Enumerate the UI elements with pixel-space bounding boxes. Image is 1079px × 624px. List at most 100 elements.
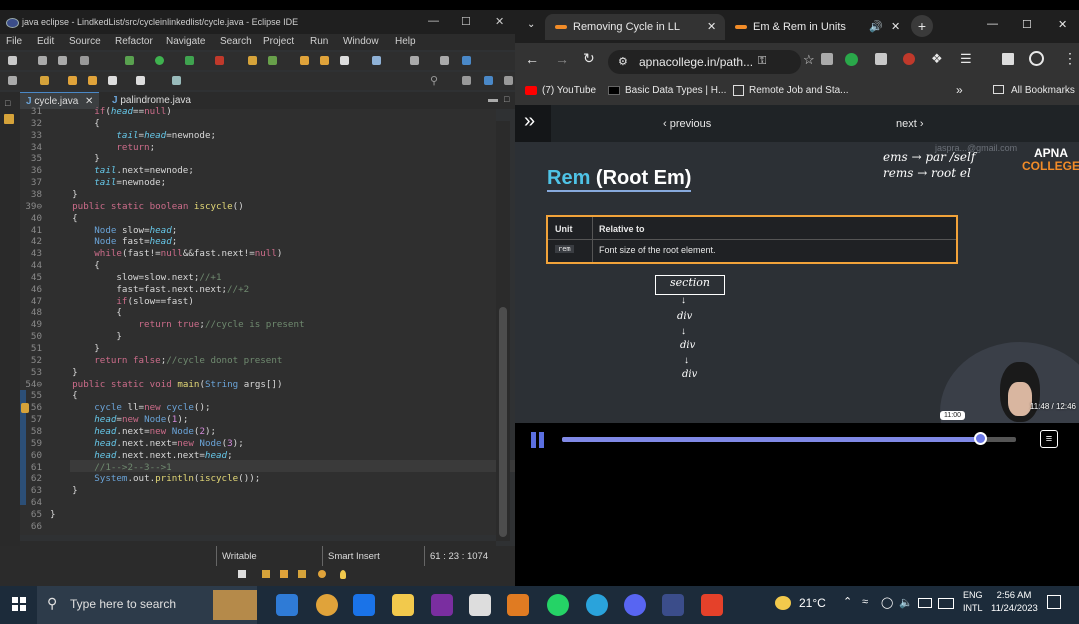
- language-indicator[interactable]: ENG INTL: [963, 589, 983, 615]
- tab-removing-cycle[interactable]: Removing Cycle in LL ✕: [545, 14, 725, 40]
- profile-avatar[interactable]: [1029, 51, 1044, 66]
- new-java-project-icon[interactable]: [248, 56, 257, 65]
- volume-icon[interactable]: 🔈: [899, 596, 913, 609]
- media-control-icon[interactable]: ☰: [960, 51, 972, 67]
- bookmark-remote-job[interactable]: Remote Job and Sta...: [749, 85, 849, 96]
- pilcrow-icon[interactable]: [462, 56, 471, 65]
- status-tool-icon[interactable]: [280, 570, 288, 578]
- status-tool-icon[interactable]: [318, 570, 326, 578]
- menu-source[interactable]: Source: [69, 36, 101, 47]
- status-tool-icon[interactable]: [238, 570, 246, 578]
- forward-arrow-icon[interactable]: [88, 76, 97, 85]
- next-link[interactable]: next ›: [896, 118, 924, 130]
- menu-project[interactable]: Project: [263, 36, 294, 47]
- perspective-open-icon[interactable]: [462, 76, 471, 85]
- vertical-scrollbar[interactable]: [496, 121, 510, 541]
- back-icon[interactable]: [108, 76, 117, 85]
- tray-chevron-icon[interactable]: ⌃: [843, 595, 852, 608]
- status-tool-icon[interactable]: [262, 570, 270, 578]
- password-key-icon[interactable]: ⚿: [758, 55, 766, 68]
- java-perspective-icon[interactable]: [484, 76, 493, 85]
- open-folder-icon[interactable]: [320, 56, 329, 65]
- external-tools-icon[interactable]: [215, 56, 224, 65]
- search-highlight-image[interactable]: [213, 590, 257, 620]
- extensions-puzzle-icon[interactable]: ❖: [931, 51, 943, 67]
- code-editor[interactable]: 31 if(head==null) 32 {33 tail=head=newnod…: [20, 106, 515, 535]
- weather-icon[interactable]: [775, 596, 791, 610]
- status-tool-icon[interactable]: [298, 570, 306, 578]
- forward-icon[interactable]: [136, 76, 145, 85]
- close-icon[interactable]: ✕: [495, 15, 504, 28]
- brush-icon[interactable]: [340, 56, 349, 65]
- bookmark-youtube[interactable]: (7) YouTube: [542, 85, 596, 96]
- keyboard-icon[interactable]: [938, 598, 954, 609]
- maximize-icon[interactable]: ☐: [461, 15, 471, 28]
- minimize-editor-icon[interactable]: ▬: [488, 94, 498, 105]
- seek-bar[interactable]: [562, 432, 1016, 445]
- maximize-icon[interactable]: ☐: [1022, 18, 1032, 31]
- seek-thumb[interactable]: [973, 432, 987, 445]
- menu-window[interactable]: Window: [343, 36, 379, 47]
- record-extension-icon[interactable]: [903, 53, 915, 65]
- search-tool-icon[interactable]: [372, 56, 381, 65]
- tab-close-icon[interactable]: ✕: [891, 14, 900, 40]
- menu-refactor[interactable]: Refactor: [115, 36, 153, 47]
- scroll-thumb[interactable]: [499, 307, 507, 537]
- next-annotation-icon[interactable]: [40, 76, 49, 85]
- minimize-icon[interactable]: —: [987, 18, 998, 30]
- grammarly-icon[interactable]: [845, 53, 858, 66]
- terminal-icon[interactable]: [172, 76, 181, 85]
- tab-close-icon[interactable]: ✕: [707, 14, 716, 40]
- whatsapp-icon[interactable]: [547, 594, 569, 616]
- forward-icon[interactable]: →: [555, 51, 569, 67]
- menu-search[interactable]: Search: [220, 36, 252, 47]
- eclipse-app-icon[interactable]: [662, 594, 684, 616]
- audio-playing-icon[interactable]: 🔊: [869, 14, 883, 40]
- extension-icon[interactable]: [875, 53, 887, 65]
- back-arrow-icon[interactable]: [68, 76, 77, 85]
- telegram-icon[interactable]: [586, 594, 608, 616]
- extension-icon[interactable]: [821, 53, 833, 65]
- new-tab-button[interactable]: +: [911, 15, 933, 37]
- bookmark-star-icon[interactable]: ☆: [803, 52, 815, 68]
- start-windows-icon[interactable]: [12, 597, 26, 611]
- close-icon[interactable]: ✕: [1058, 18, 1067, 31]
- menu-file[interactable]: File: [6, 36, 22, 47]
- site-info-icon[interactable]: ⚙: [618, 55, 628, 68]
- notion-icon[interactable]: [469, 594, 491, 616]
- coverage-icon[interactable]: [185, 56, 194, 65]
- discord-icon[interactable]: [624, 594, 646, 616]
- restore-icon[interactable]: □: [5, 98, 10, 108]
- debug-perspective-icon[interactable]: [504, 76, 513, 85]
- menu-edit[interactable]: Edit: [37, 36, 54, 47]
- sidebar-toggle[interactable]: »: [515, 105, 551, 142]
- new-file-icon[interactable]: [8, 56, 17, 65]
- maximize-editor-icon[interactable]: □: [504, 94, 509, 104]
- address-bar[interactable]: ⚙ apnacollege.in/path... ⚿: [608, 50, 801, 74]
- bookmark-all[interactable]: All Bookmarks: [1011, 85, 1075, 96]
- minimize-icon[interactable]: —: [428, 15, 439, 27]
- wifi-icon[interactable]: ≈: [862, 596, 868, 608]
- weather-temp[interactable]: 21°C: [799, 596, 826, 610]
- bookmark-basic-data-types[interactable]: Basic Data Types | H...: [625, 85, 726, 96]
- warning-lightbulb-icon[interactable]: [21, 403, 29, 413]
- brave-icon[interactable]: [701, 594, 723, 616]
- pause-icon-left[interactable]: [531, 432, 536, 448]
- onenote-icon[interactable]: [431, 594, 453, 616]
- network-icon[interactable]: ◯: [881, 596, 893, 609]
- vlc-icon[interactable]: [507, 594, 529, 616]
- run-icon[interactable]: [155, 56, 164, 65]
- side-panel-icon[interactable]: [1002, 53, 1014, 65]
- notification-icon[interactable]: [1047, 595, 1061, 609]
- settings-sliders-icon[interactable]: ≡: [1040, 430, 1058, 448]
- tab-search-icon[interactable]: ⌄: [527, 19, 535, 30]
- save-icon[interactable]: [38, 56, 47, 65]
- battery-icon[interactable]: [918, 598, 932, 608]
- task-icon[interactable]: [410, 56, 419, 65]
- new-package-icon[interactable]: [268, 56, 277, 65]
- debug-icon[interactable]: [125, 56, 134, 65]
- chrome-app-icon[interactable]: [316, 594, 338, 616]
- reload-icon[interactable]: ↻: [583, 50, 595, 67]
- clock[interactable]: 2:56 AM 11/24/2023: [991, 589, 1038, 615]
- previous-link[interactable]: ‹ previous: [663, 118, 711, 130]
